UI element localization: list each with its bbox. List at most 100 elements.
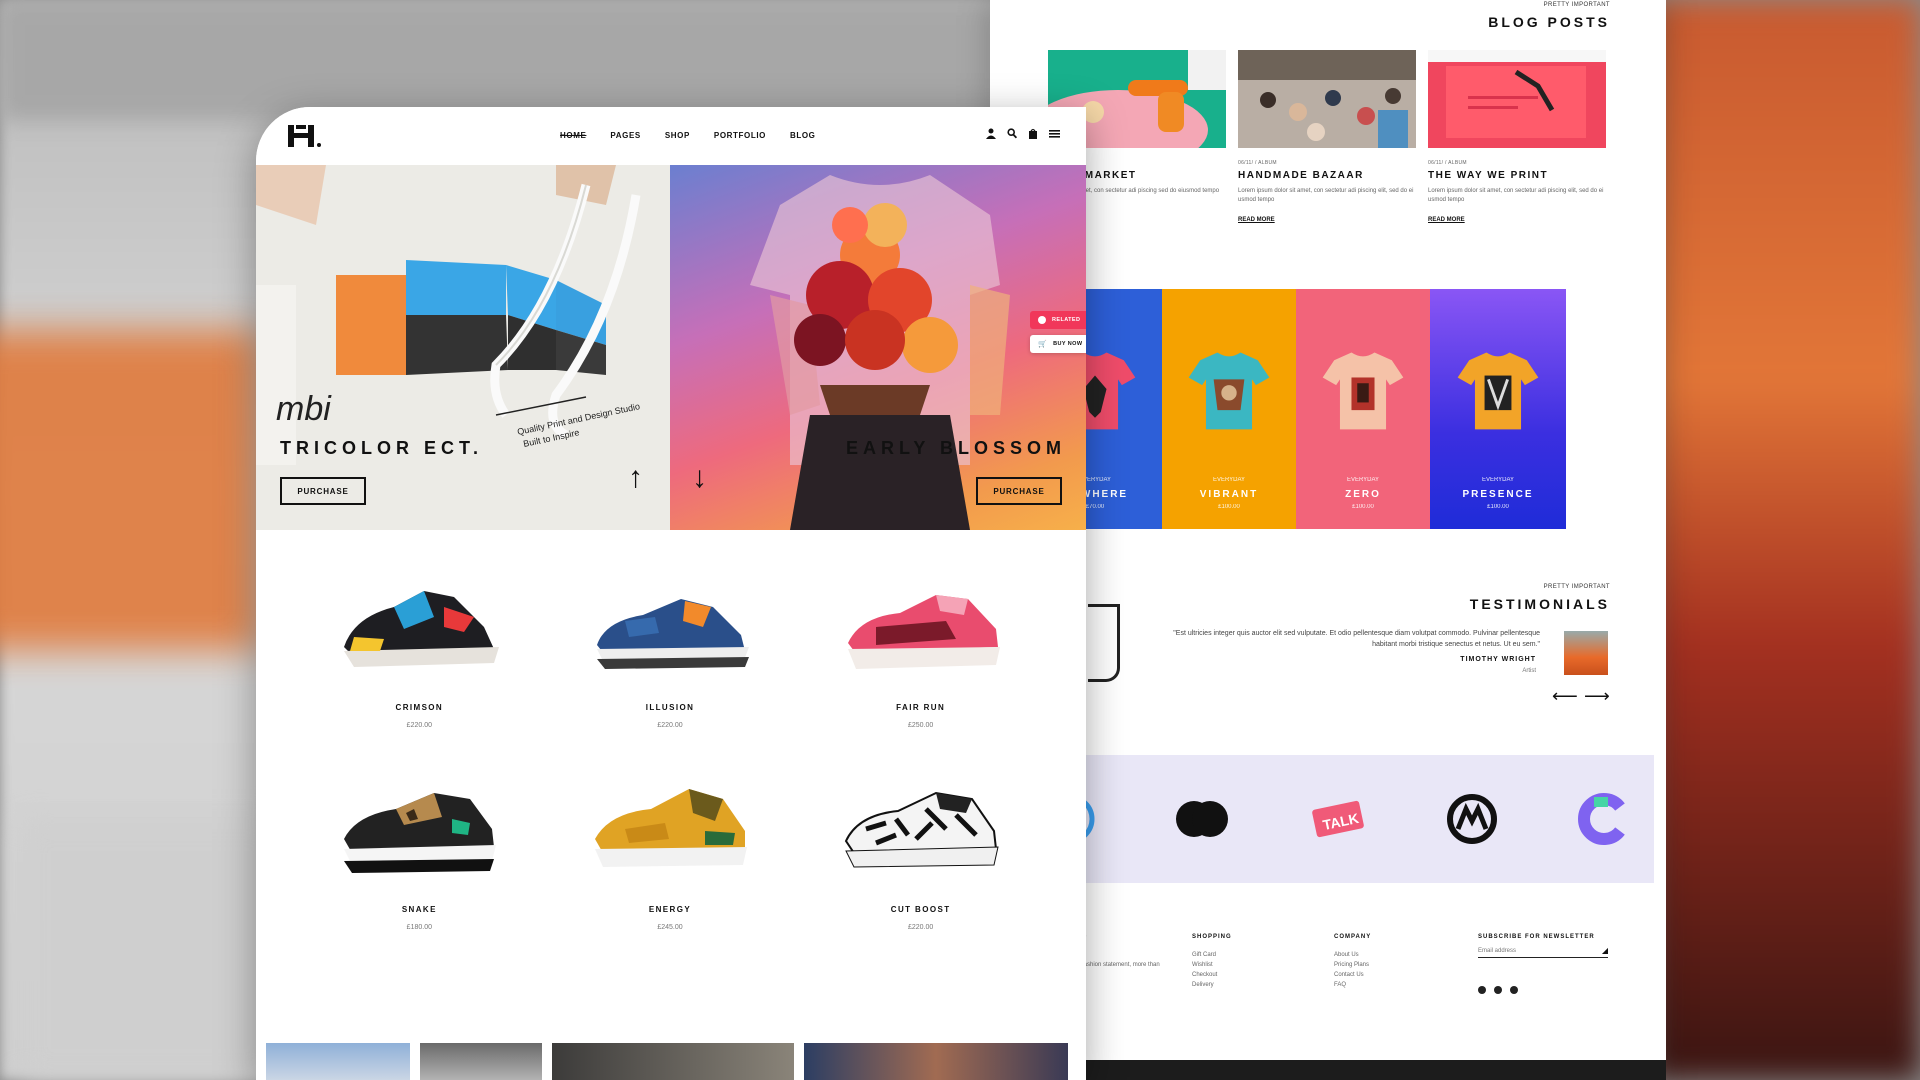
menu-item-pages[interactable]: PAGES	[610, 131, 640, 140]
blog-image-art	[1428, 50, 1606, 148]
product-card[interactable]: CRIMSON £220.00	[294, 577, 545, 729]
tshirt-card[interactable]: EVERYDAY VIBRANT £100.00	[1162, 289, 1296, 529]
footer-about-text: fashion statement, more than	[1082, 962, 1160, 968]
footer-company: COMPANY About Us Pricing Plans Contact U…	[1334, 934, 1371, 988]
shoe-image	[847, 595, 1000, 669]
blog-excerpt: Lorem ipsum dolor sit amet, con sectetur…	[1238, 188, 1414, 203]
pinterest-icon[interactable]	[1494, 986, 1502, 994]
purchase-button-tricolor[interactable]: PURCHASE	[280, 477, 366, 505]
desktop-page-preview: PRETTY IMPORTANT BLOG POSTS ALBUM ATED M…	[990, 0, 1666, 1080]
product-name[interactable]: CRIMSON	[396, 703, 444, 712]
read-more-link[interactable]: READ MORE	[1428, 217, 1606, 223]
send-icon[interactable]: ◢	[1602, 946, 1608, 955]
down-arrow-icon[interactable]: ↓	[692, 461, 707, 495]
background-blur-right	[1650, 0, 1920, 1080]
prev-arrow-icon[interactable]: ⟵	[1552, 686, 1578, 707]
main-menu: HOME PAGES SHOP PORTFOLIO BLOG	[560, 131, 816, 140]
product-name[interactable]: ILLUSION	[646, 703, 695, 712]
blog-card[interactable]: 06/11/ / ALBUM HANDMADE BAZAAR Lorem ips…	[1238, 50, 1416, 223]
footer-link[interactable]: Checkout	[1192, 972, 1232, 978]
tshirt-name[interactable]: VIBRANT	[1162, 489, 1296, 500]
read-more-link[interactable]: READ MORE	[1238, 217, 1416, 223]
footer-link[interactable]: Wishlist	[1192, 962, 1232, 968]
background-blur-orange	[0, 330, 260, 650]
footer-about-heading: D	[1082, 934, 1160, 940]
bottom-image[interactable]	[266, 1043, 410, 1080]
blog-image[interactable]	[1238, 50, 1416, 148]
product-name[interactable]: SNAKE	[402, 905, 437, 914]
bottom-image[interactable]	[420, 1043, 542, 1080]
tshirt-name[interactable]: ZERO	[1296, 489, 1430, 500]
shoe-image	[844, 791, 999, 868]
blog-image[interactable]	[1428, 50, 1606, 148]
search-icon[interactable]	[1007, 128, 1017, 139]
bottom-image[interactable]	[804, 1043, 1068, 1080]
talk-logo-icon: TALK	[1312, 800, 1364, 838]
svg-text:mbi: mbi	[276, 390, 332, 428]
footer-link[interactable]: Delivery	[1192, 982, 1232, 988]
footer-link[interactable]: About Us	[1334, 952, 1371, 958]
quote-icon	[1088, 604, 1120, 682]
product-name[interactable]: FAIR RUN	[896, 703, 945, 712]
flower-bouquet-image	[750, 175, 1010, 530]
newsletter-heading: SUBSCRIBE FOR NEWSLETTER	[1478, 934, 1595, 940]
cart-small-icon: 🛒	[1038, 341, 1048, 348]
menu-item-shop[interactable]: SHOP	[665, 131, 690, 140]
tote-bag-image: mbi Quality Print and Design Studio Buil…	[256, 165, 670, 530]
menu-item-portfolio[interactable]: PORTFOLIO	[714, 131, 766, 140]
hero-slide-blossom[interactable]: EARLY BLOSSOM PURCHASE ↓	[670, 165, 1086, 530]
instagram-icon[interactable]	[1478, 986, 1486, 994]
up-arrow-icon[interactable]: ↑	[628, 461, 643, 495]
footer-link[interactable]: Gift Card	[1192, 952, 1232, 958]
next-arrow-icon[interactable]: ⟶	[1584, 686, 1610, 707]
blog-meta: 06/11/ / ALBUM	[1428, 160, 1467, 166]
product-card[interactable]: FAIR RUN £250.00	[795, 577, 1046, 729]
menu-item-home[interactable]: HOME	[560, 131, 586, 140]
bottom-image-row	[266, 1043, 1078, 1080]
user-icon[interactable]	[986, 128, 996, 139]
product-card[interactable]: CUT BOOST £220.00	[795, 779, 1046, 931]
blog-section-title: BLOG POSTS	[1488, 14, 1610, 30]
footer-shopping: SHOPPING Gift Card Wishlist Checkout Del…	[1192, 934, 1232, 988]
footer-link[interactable]: Contact Us	[1334, 972, 1371, 978]
social-links	[1478, 986, 1608, 994]
tshirt-card[interactable]: EVERYDAY ZERO £100.00	[1296, 289, 1430, 529]
product-name[interactable]: CUT BOOST	[891, 905, 951, 914]
footer-link[interactable]: Pricing Plans	[1334, 962, 1371, 968]
product-price: £245.00	[657, 924, 683, 931]
footer-link[interactable]: FAQ	[1334, 982, 1371, 988]
blog-excerpt: Lorem ipsum dolor sit amet, con sectetur…	[1428, 188, 1604, 203]
blog-title[interactable]: THE WAY WE PRINT	[1428, 170, 1606, 181]
buy-now-label: BUY NOW	[1053, 341, 1083, 347]
background-blur-bottom	[20, 820, 280, 1080]
twitter-icon[interactable]	[1510, 986, 1518, 994]
related-label: RELATED	[1052, 317, 1081, 323]
hero-title-blossom: EARLY BLOSSOM	[845, 438, 1066, 458]
product-name[interactable]: ENERGY	[649, 905, 691, 914]
newsletter-email-input[interactable]: Email address ◢	[1478, 946, 1608, 958]
circles-logo-icon	[1176, 801, 1228, 837]
tshirt-name[interactable]: PRESENCE	[1430, 489, 1566, 500]
brand-logo[interactable]	[286, 121, 330, 151]
product-card[interactable]: ENERGY £245.00	[545, 779, 796, 931]
testimonials-title: TESTIMONIALS	[1469, 596, 1610, 612]
tshirt-card[interactable]: EVERYDAY PRESENCE £100.00	[1430, 289, 1566, 529]
hamburger-menu-icon[interactable]	[1049, 128, 1060, 139]
hero-slider: mbi Quality Print and Design Studio Buil…	[256, 165, 1086, 530]
testimonial-author: TIMOTHY WRIGHT	[1460, 656, 1536, 663]
tshirt-image	[1457, 352, 1539, 430]
bottom-image[interactable]	[552, 1043, 794, 1080]
product-price: £180.00	[406, 924, 432, 931]
shoe-image	[596, 599, 749, 669]
cart-icon[interactable]	[1028, 128, 1038, 139]
hero-slide-tricolor[interactable]: mbi Quality Print and Design Studio Buil…	[256, 165, 670, 530]
buy-now-tab[interactable]: 🛒 BUY NOW	[1030, 335, 1086, 353]
blog-card[interactable]: 06/11/ / ALBUM THE WAY WE PRINT Lorem ip…	[1428, 50, 1606, 223]
product-card[interactable]: ILLUSION £220.00	[545, 577, 796, 729]
tshirt-image	[1188, 352, 1270, 430]
blog-title[interactable]: HANDMADE BAZAAR	[1238, 170, 1416, 181]
purchase-button-blossom[interactable]: PURCHASE	[976, 477, 1062, 505]
menu-item-blog[interactable]: BLOG	[790, 131, 816, 140]
product-card[interactable]: SNAKE £180.00	[294, 779, 545, 931]
related-tab[interactable]: RELATED	[1030, 311, 1086, 329]
